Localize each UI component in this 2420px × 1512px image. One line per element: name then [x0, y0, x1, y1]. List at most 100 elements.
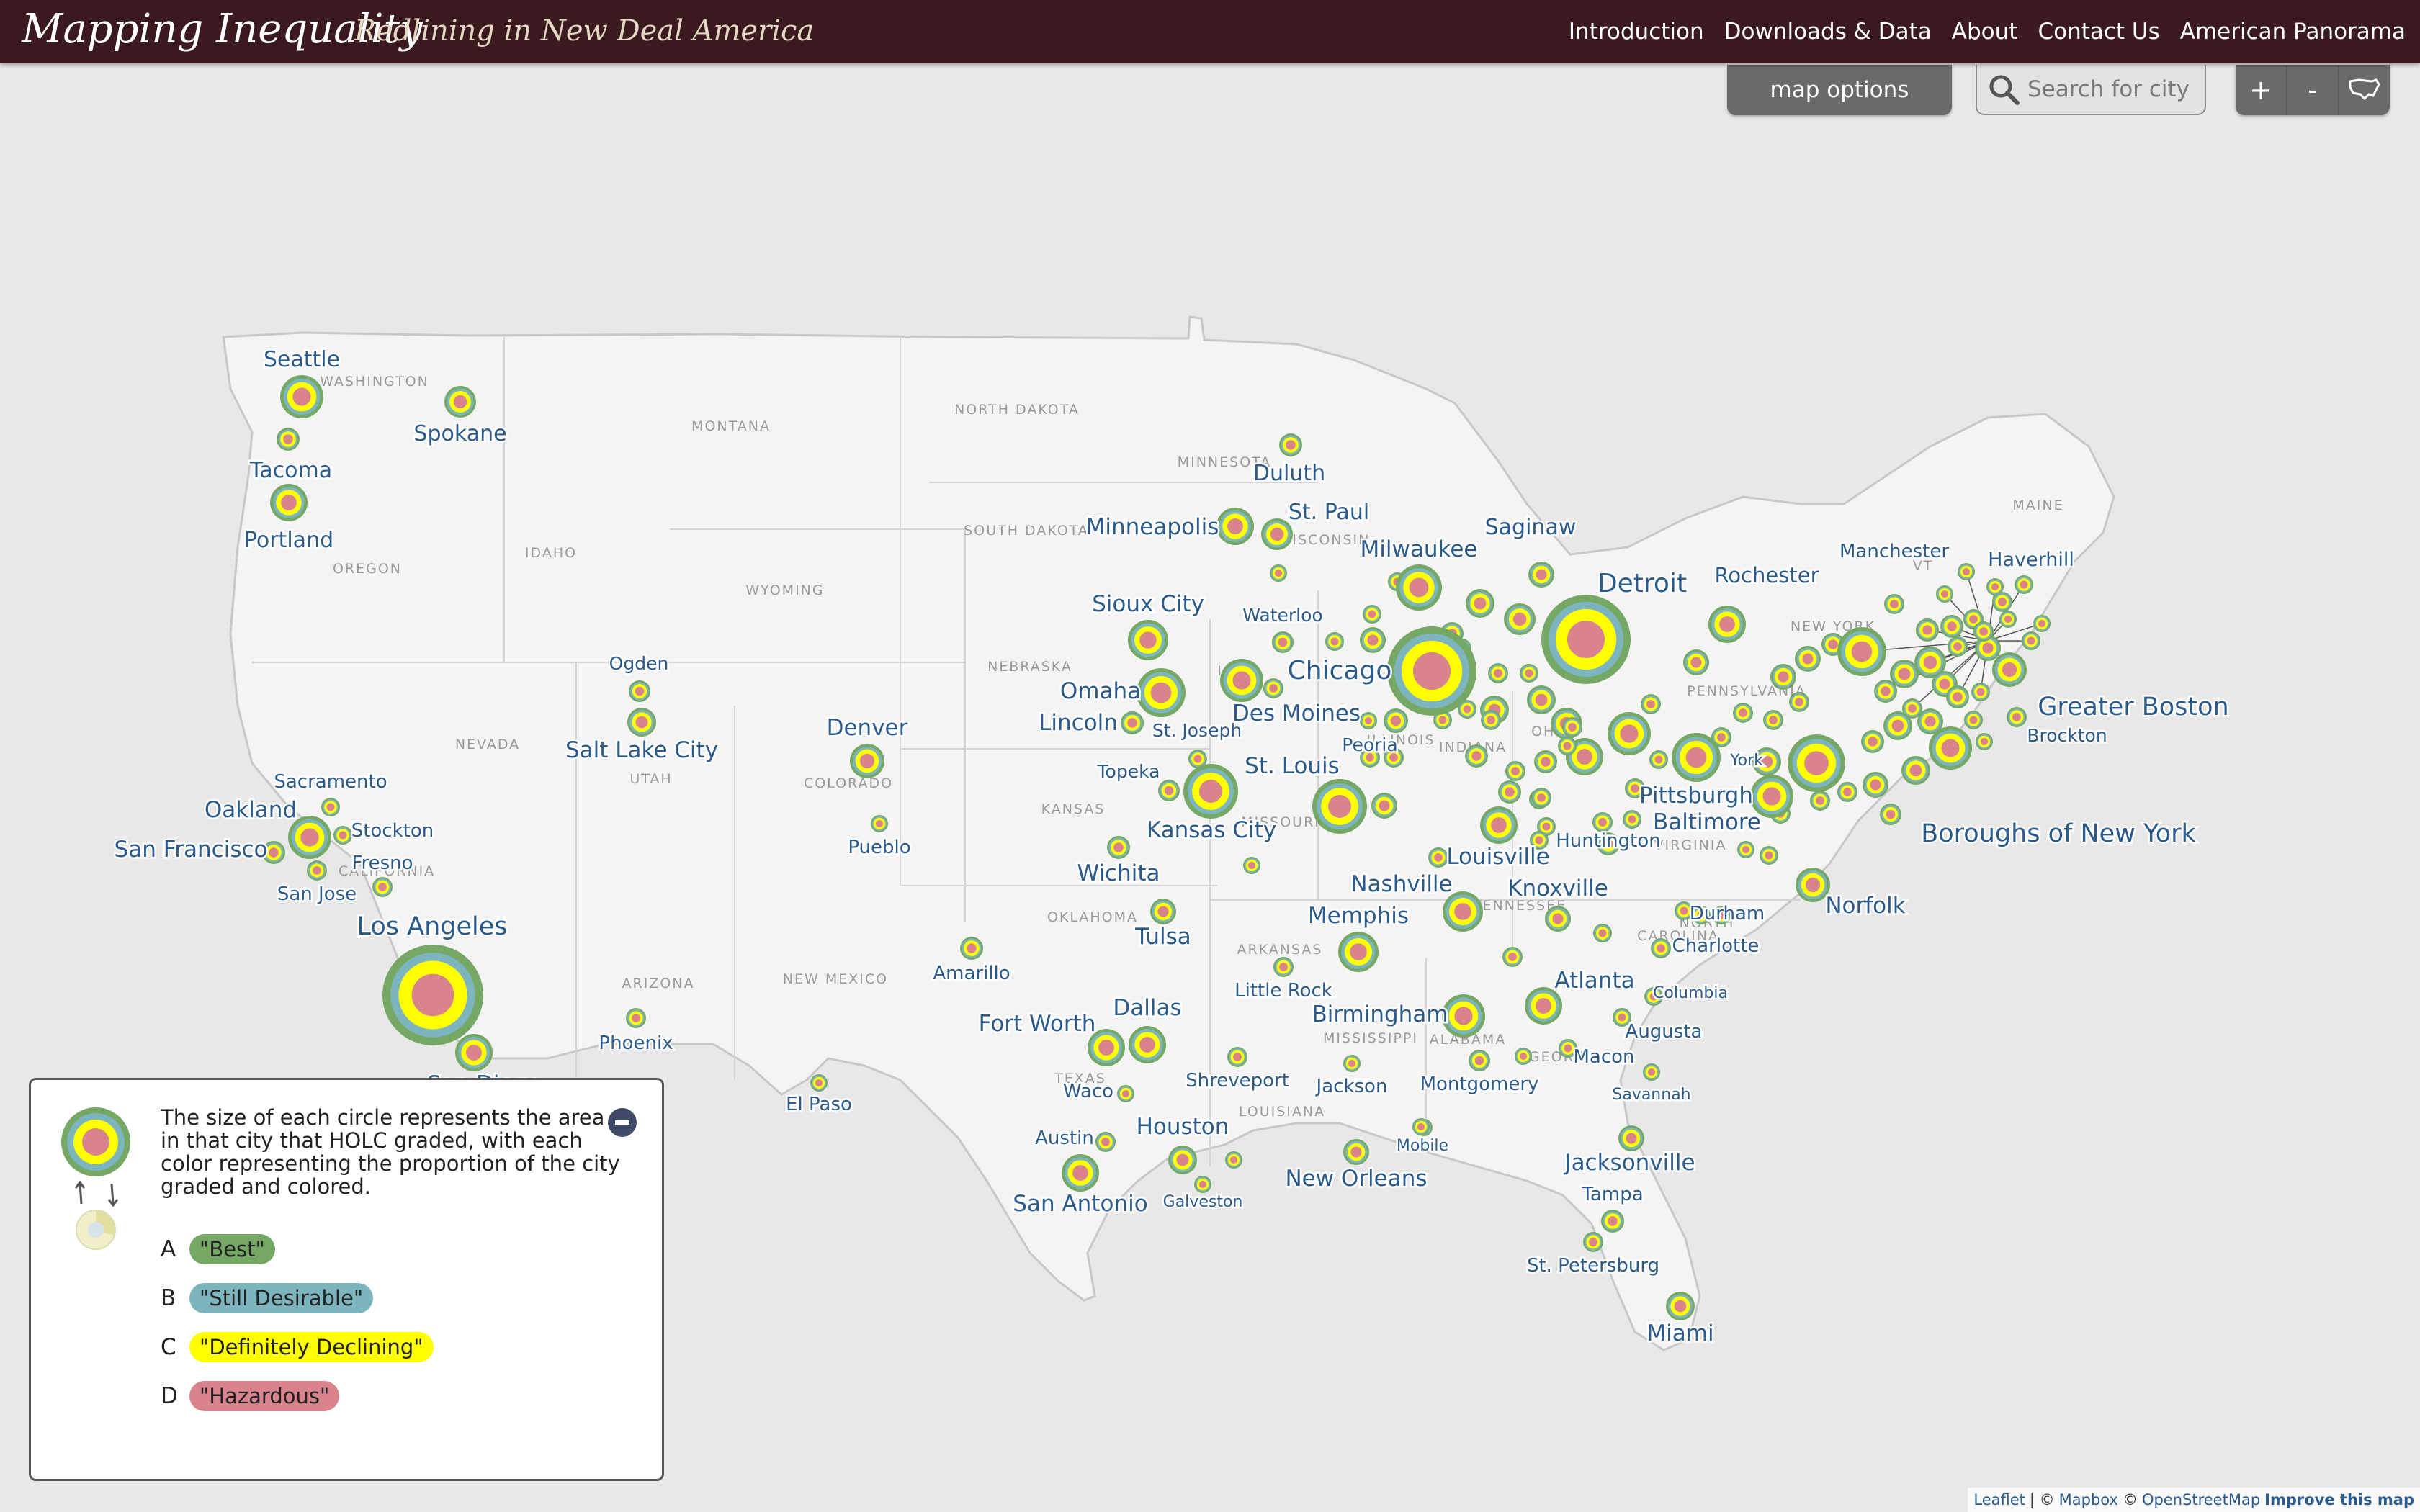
city-label-milwaukee[interactable]: Milwaukee — [1358, 535, 1479, 564]
city-circle[interactable] — [1270, 564, 1287, 582]
city-label-tacoma[interactable]: Tacoma — [247, 456, 333, 485]
city-circle-louisville[interactable] — [1480, 806, 1518, 844]
city-label-chicago[interactable]: Chicago — [1286, 654, 1394, 688]
city-label-atlanta[interactable]: Atlanta — [1553, 966, 1636, 996]
city-circle[interactable] — [1958, 563, 1975, 580]
city-circle[interactable] — [1527, 685, 1556, 714]
city-circle-kansas-city[interactable] — [1183, 764, 1238, 819]
city-circle-san-antonio[interactable] — [1062, 1154, 1099, 1192]
city-circle[interactable] — [1737, 841, 1754, 858]
city-circle-shreveport[interactable] — [1227, 1047, 1247, 1067]
city-circle-new-orleans[interactable] — [1343, 1139, 1369, 1165]
city-circle-sioux-city[interactable] — [1128, 620, 1168, 660]
city-circle[interactable] — [1641, 694, 1661, 714]
map-options-button[interactable]: map options — [1727, 65, 1952, 115]
city-circle-detroit[interactable] — [1541, 595, 1631, 684]
city-circle[interactable] — [1789, 692, 1809, 712]
city-label-jacksonville[interactable]: Jacksonville — [1561, 1148, 1697, 1178]
city-circle[interactable] — [1428, 847, 1448, 868]
city-search[interactable] — [1976, 65, 2206, 115]
city-label-stockton[interactable]: Stockton — [349, 819, 436, 844]
city-label-ogden[interactable]: Ogden — [607, 652, 671, 676]
city-label-tulsa[interactable]: Tulsa — [1133, 922, 1193, 952]
city-label-detroit[interactable]: Detroit — [1595, 567, 1688, 600]
city-circle[interactable] — [1363, 605, 1381, 624]
city-circle-fresno[interactable] — [372, 877, 393, 897]
city-circle[interactable] — [1534, 750, 1557, 773]
city-circle[interactable] — [1502, 947, 1523, 967]
city-circle-seattle[interactable] — [280, 375, 323, 418]
city-circle-st-petersburg[interactable] — [1583, 1232, 1603, 1252]
city-label-haverhill[interactable]: Haverhill — [1986, 547, 2076, 573]
city-label-augusta[interactable]: Augusta — [1623, 1020, 1704, 1045]
city-label-sioux-city[interactable]: Sioux City — [1090, 590, 1206, 619]
city-label-oakland[interactable]: Oakland — [202, 796, 298, 825]
city-label-spokane[interactable]: Spokane — [412, 420, 508, 449]
city-circle[interactable] — [2033, 615, 2051, 632]
city-label-st-paul[interactable]: St. Paul — [1286, 498, 1371, 527]
city-label-los-angeles[interactable]: Los Angeles — [355, 911, 509, 943]
city-label-salt-lake-city[interactable]: Salt Lake City — [563, 736, 720, 765]
city-circle[interactable] — [1243, 857, 1260, 874]
city-label-macon[interactable]: Macon — [1572, 1045, 1636, 1070]
city-label-fort-worth[interactable]: Fort Worth — [977, 1009, 1098, 1039]
city-circle-milwaukee[interactable] — [1396, 564, 1442, 611]
city-circle-phoenix[interactable] — [626, 1008, 646, 1028]
city-circle-spokane[interactable] — [444, 386, 476, 418]
city-circle-wichita[interactable] — [1107, 836, 1130, 859]
city-circle-montgomery[interactable] — [1469, 1050, 1490, 1071]
city-label-durham[interactable]: Durham — [1688, 901, 1766, 927]
city-circle[interactable] — [1901, 756, 1930, 785]
city-circle[interactable] — [1505, 761, 1525, 781]
city-circle-houston[interactable] — [1168, 1146, 1197, 1174]
city-circle-chicago[interactable] — [1387, 626, 1476, 716]
city-label-manchester[interactable]: Manchester — [1837, 539, 1950, 564]
city-label-york[interactable]: York — [1728, 750, 1765, 772]
city-circle[interactable] — [1770, 664, 1796, 690]
city-circle[interactable] — [1371, 793, 1397, 819]
city-circle-waco[interactable] — [1117, 1085, 1134, 1102]
city-circle[interactable] — [1837, 782, 1857, 802]
city-label-columbia[interactable]: Columbia — [1652, 983, 1730, 1004]
city-circle-st-louis[interactable] — [1312, 779, 1367, 834]
city-circle-san-diego[interactable] — [455, 1034, 493, 1071]
city-circle[interactable] — [1763, 710, 1783, 730]
pie-chart-icon[interactable] — [74, 1208, 117, 1251]
city-circle[interactable] — [1973, 621, 1994, 642]
city-circle[interactable] — [1593, 924, 1612, 942]
city-circle[interactable] — [1863, 772, 1888, 798]
city-label-norfolk[interactable]: Norfolk — [1824, 891, 1907, 921]
city-label-san-francisco[interactable]: San Francisco — [112, 835, 269, 865]
city-label-san-jose[interactable]: San Jose — [275, 882, 358, 907]
city-label-st-petersburg[interactable]: St. Petersburg — [1525, 1254, 1661, 1279]
city-circle[interactable] — [1649, 750, 1668, 769]
city-circle[interactable] — [1946, 685, 1969, 708]
city-circle[interactable] — [1810, 791, 1830, 811]
city-circle[interactable] — [1936, 585, 1953, 603]
city-label-lincoln[interactable]: Lincoln — [1037, 708, 1120, 738]
city-label-waterloo[interactable]: Waterloo — [1241, 603, 1325, 628]
city-label-st-louis[interactable]: St. Louis — [1243, 752, 1342, 781]
nav-introduction[interactable]: Introduction — [1569, 19, 1704, 45]
city-circle-minneapolis[interactable] — [1216, 508, 1254, 545]
city-circle[interactable] — [1465, 744, 1488, 768]
osm-link[interactable]: OpenStreetMap — [2142, 1491, 2260, 1508]
city-label-pittsburgh[interactable]: Pittsburgh — [1638, 781, 1755, 811]
city-label-knoxville[interactable]: Knoxville — [1506, 874, 1610, 904]
toggle-arrows-icon[interactable] — [71, 1179, 122, 1208]
city-circle[interactable] — [1225, 1151, 1242, 1169]
city-circle-tacoma[interactable] — [277, 428, 300, 451]
city-circle-tulsa[interactable] — [1150, 899, 1176, 924]
city-circle[interactable] — [1325, 632, 1344, 651]
city-circle-tampa[interactable] — [1601, 1210, 1624, 1233]
city-circle-denver[interactable] — [850, 744, 884, 778]
city-label-fresno[interactable]: Fresno — [350, 851, 415, 876]
city-circle[interactable] — [1488, 663, 1508, 683]
city-circle-charlotte[interactable] — [1651, 938, 1671, 958]
city-circle-memphis[interactable] — [1338, 932, 1379, 972]
city-circle-knoxville[interactable] — [1545, 906, 1571, 932]
city-circle[interactable] — [2015, 575, 2033, 594]
city-label-huntington[interactable]: Huntington — [1554, 829, 1663, 854]
city-circle-ogden[interactable] — [629, 680, 650, 702]
city-label-denver[interactable]: Denver — [825, 714, 910, 743]
